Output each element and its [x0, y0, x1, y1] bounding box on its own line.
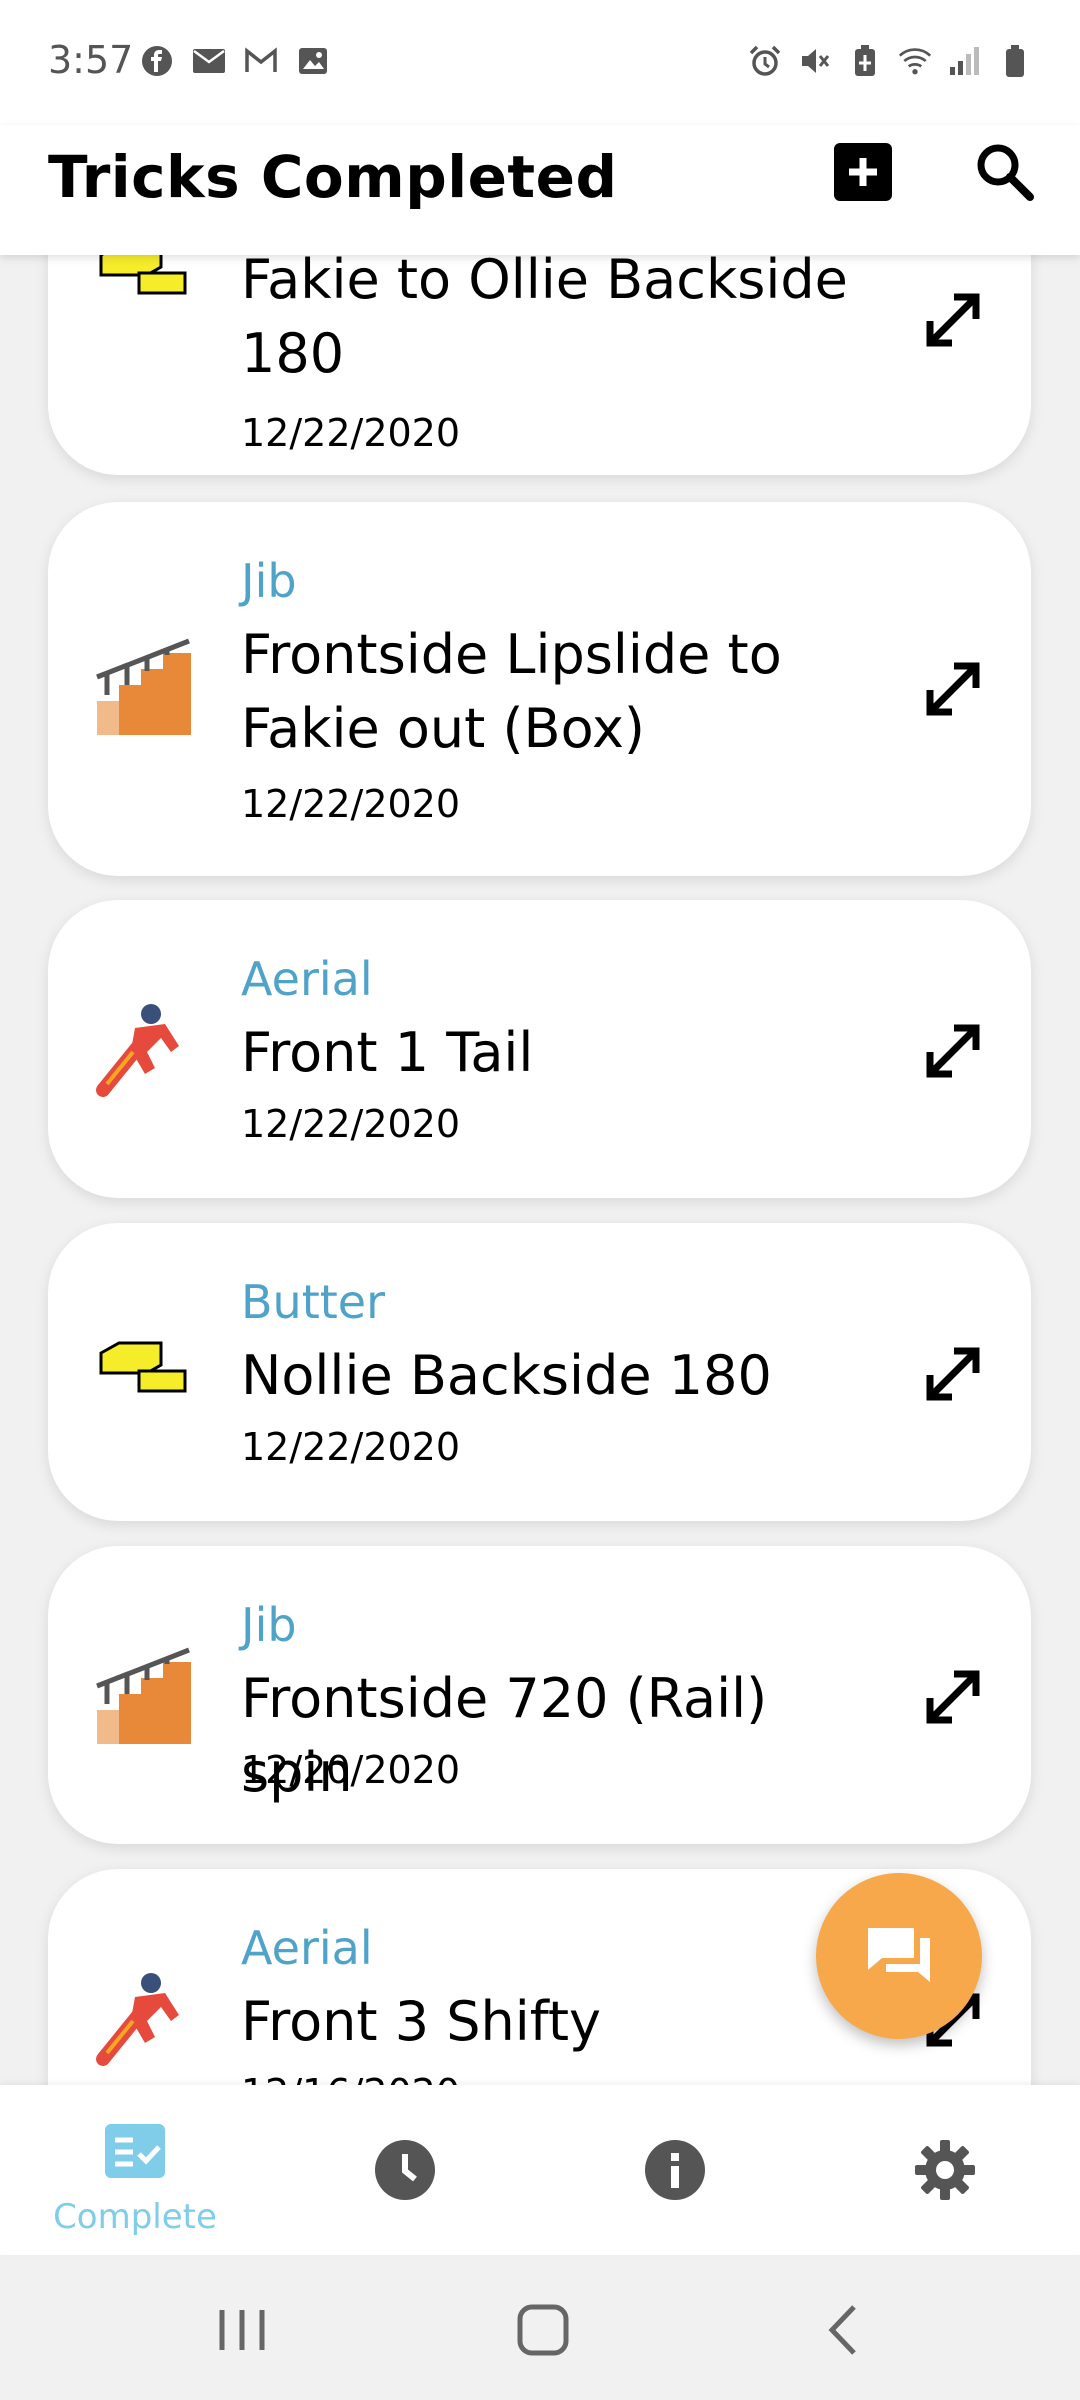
history-clock-icon — [375, 2140, 435, 2200]
info-icon — [645, 2140, 705, 2200]
plus-icon — [849, 158, 877, 186]
facebook-icon — [140, 44, 174, 78]
nav-item-complete[interactable]: Complete — [0, 2085, 270, 2255]
trick-category: Aerial — [241, 952, 373, 1006]
trick-date: 12/22/2020 — [241, 411, 461, 455]
wifi-icon — [898, 44, 932, 78]
app-bar: Tricks Completed — [0, 125, 1080, 255]
search-icon — [977, 144, 1034, 201]
trick-name: Frontside Lipslide to Fakie out (Box) — [241, 623, 782, 760]
status-left-icons — [140, 44, 330, 78]
trick-card[interactable]: Aerial Front 1 Tail 12/22/2020 — [48, 900, 1031, 1198]
trick-category: Jib — [241, 554, 297, 608]
chat-fab-button[interactable] — [816, 1873, 982, 2039]
battery-icon — [998, 44, 1032, 78]
status-bar: 3:57 — [0, 0, 1080, 125]
bottom-navigation: Complete — [0, 2085, 1080, 2255]
trick-card[interactable]: Jib Frontside Lipslide to Fakie out (Box… — [48, 502, 1031, 876]
jib-stairs-icon — [96, 1647, 191, 1744]
trick-name: Front 3 Shifty — [241, 1990, 601, 2053]
home-icon[interactable] — [508, 2295, 578, 2365]
back-icon[interactable] — [810, 2295, 880, 2365]
trick-card[interactable]: Fakie to Ollie Backside 180 12/22/2020 — [48, 255, 1031, 475]
nav-item-info[interactable] — [540, 2085, 810, 2255]
trick-date: 12/22/2020 — [241, 1425, 461, 1469]
gmail-icon — [244, 44, 278, 78]
expand-icon[interactable] — [918, 1016, 988, 1086]
settings-gear-icon — [915, 2140, 975, 2200]
search-button[interactable] — [972, 139, 1038, 205]
image-icon — [296, 44, 330, 78]
jib-stairs-icon — [96, 638, 191, 735]
snowboarder-icon — [96, 1004, 179, 1097]
expand-icon[interactable] — [918, 285, 988, 355]
mute-icon — [798, 44, 832, 78]
butter-boxes-icon — [99, 255, 187, 295]
status-right-icons — [748, 44, 1032, 78]
butter-boxes-icon — [99, 1341, 187, 1393]
trick-date: 12/20/2020 — [241, 1748, 461, 1792]
system-navigation-bar — [0, 2255, 1080, 2400]
status-time: 3:57 — [48, 38, 134, 82]
checklist-icon — [105, 2124, 165, 2178]
trick-category: Jib — [241, 1598, 297, 1652]
trick-category: Butter — [241, 1275, 385, 1329]
add-trick-button[interactable] — [834, 143, 892, 201]
trick-card[interactable]: Jib Frontside 720 (Rail) spin 12/20/2020 — [48, 1546, 1031, 1844]
recent-apps-icon[interactable] — [207, 2295, 277, 2365]
battery-saver-icon — [848, 44, 882, 78]
snowboarder-icon — [96, 1973, 179, 2066]
alarm-icon — [748, 44, 782, 78]
trick-date: 12/16/2020 — [241, 2071, 460, 2085]
expand-icon[interactable] — [918, 654, 988, 724]
email-icon — [192, 44, 226, 78]
nav-label-complete: Complete — [53, 2197, 217, 2237]
expand-icon[interactable] — [918, 1339, 988, 1409]
trick-category: Aerial — [241, 1921, 373, 1975]
nav-item-settings[interactable] — [810, 2085, 1080, 2255]
chat-icon — [868, 1928, 930, 1982]
nav-item-history[interactable] — [270, 2085, 540, 2255]
trick-name: Nollie Backside 180 — [241, 1344, 772, 1407]
trick-card[interactable]: Butter Nollie Backside 180 12/22/2020 — [48, 1223, 1031, 1521]
signal-icon — [948, 44, 982, 78]
trick-date: 12/22/2020 — [241, 782, 461, 826]
page-title: Tricks Completed — [48, 143, 618, 211]
expand-icon[interactable] — [918, 1662, 988, 1732]
trick-date: 12/22/2020 — [241, 1102, 461, 1146]
trick-list[interactable]: Fakie to Ollie Backside 180 12/22/2020 J… — [0, 255, 1080, 2085]
trick-name: Fakie to Ollie Backside 180 — [241, 255, 848, 385]
trick-name: Front 1 Tail — [241, 1021, 534, 1084]
